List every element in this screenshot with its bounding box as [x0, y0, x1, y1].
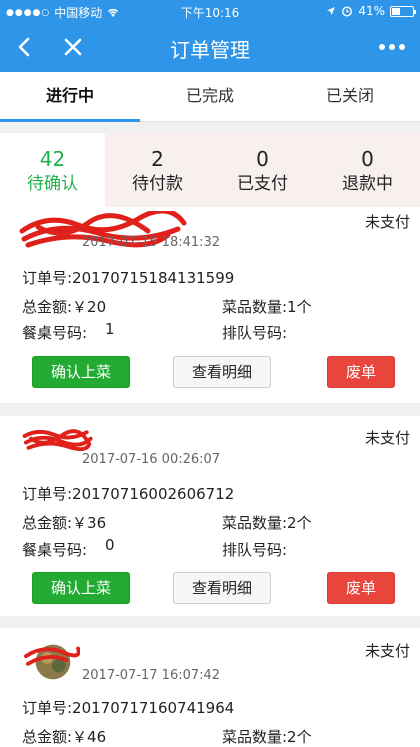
confirm-serve-button[interactable]: 确认上菜 — [32, 572, 130, 604]
order-number: 订单号:20170716002606712 — [22, 485, 235, 503]
order-time: 2017-07-17 16:07:42 — [82, 668, 221, 683]
filter-pending-confirm[interactable]: 42 待确认 — [0, 133, 105, 211]
dish-count: 菜品数量:2个 — [222, 728, 312, 746]
tab-closed[interactable]: 已关闭 — [280, 72, 420, 121]
dish-count: 菜品数量:1个 — [222, 298, 312, 316]
table-number-label: 餐桌号码: — [22, 541, 88, 559]
queue-number-label: 排队号码: — [222, 541, 288, 559]
void-order-button[interactable]: 废单 — [327, 356, 395, 388]
order-number: 订单号:20170715184131599 — [22, 269, 235, 287]
alarm-clock-icon — [342, 6, 353, 17]
filter-paid[interactable]: 0 已支付 — [210, 133, 315, 211]
queue-number-label: 排队号码: — [222, 324, 288, 342]
location-arrow-icon — [327, 7, 336, 15]
order-card: 未支付 2017-07-15 18:41:32 订单号:201707151841… — [0, 207, 420, 403]
page-title: 订单管理 — [170, 38, 250, 62]
tab-in-progress[interactable]: 进行中 — [0, 72, 140, 122]
more-options-icon[interactable] — [376, 32, 408, 62]
filter-label: 已支付 — [237, 174, 288, 194]
battery-fill — [392, 7, 401, 15]
payment-status: 未支付 — [364, 642, 410, 660]
nav-bar: 订单管理 — [0, 24, 420, 72]
table-number-label: 餐桌号码: — [22, 324, 88, 342]
view-details-button[interactable]: 查看明细 — [173, 572, 271, 604]
order-total: 总金额:￥36 — [22, 514, 107, 532]
order-time: 2017-07-15 18:41:32 — [82, 235, 221, 250]
filter-refunding[interactable]: 0 退款中 — [315, 133, 420, 211]
filter-label: 待确认 — [27, 174, 78, 194]
filter-pending-payment[interactable]: 2 待付款 — [105, 133, 210, 211]
status-bar: ●●●●○ 中国移动 下午10:16 41% — [0, 0, 420, 24]
battery-icon — [390, 5, 416, 17]
order-card: 未支付 2017-07-17 16:07:42 订单号:201707171607… — [0, 628, 420, 747]
order-time: 2017-07-16 00:26:07 — [82, 452, 221, 467]
dish-count: 菜品数量:2个 — [222, 514, 312, 532]
customer-avatar — [24, 644, 80, 680]
filter-label: 待付款 — [132, 174, 183, 194]
order-card: 未支付 2017-07-16 00:26:07 订单号:201707160026… — [0, 416, 420, 616]
payment-status: 未支付 — [364, 429, 410, 447]
filter-count: 42 — [39, 147, 66, 171]
order-status-filter: 42 待确认 2 待付款 0 已支付 0 退款中 — [0, 133, 420, 211]
view-details-button[interactable]: 查看明细 — [173, 356, 271, 388]
tab-completed[interactable]: 已完成 — [140, 72, 280, 121]
filter-label: 退款中 — [342, 174, 393, 194]
order-tabs: 进行中 已完成 已关闭 — [0, 72, 420, 122]
order-total: 总金额:￥46 — [22, 728, 107, 746]
payment-status: 未支付 — [364, 213, 410, 231]
order-number: 订单号:20170717160741964 — [22, 699, 235, 717]
filter-count: 0 — [256, 147, 269, 171]
battery-percent: 41% — [358, 4, 385, 18]
order-total: 总金额:￥20 — [22, 298, 107, 316]
table-number: 1 — [105, 320, 115, 338]
table-number: 0 — [105, 536, 115, 554]
filter-count: 2 — [151, 147, 164, 171]
confirm-serve-button[interactable]: 确认上菜 — [32, 356, 130, 388]
filter-count: 0 — [361, 147, 374, 171]
void-order-button[interactable]: 废单 — [327, 572, 395, 604]
